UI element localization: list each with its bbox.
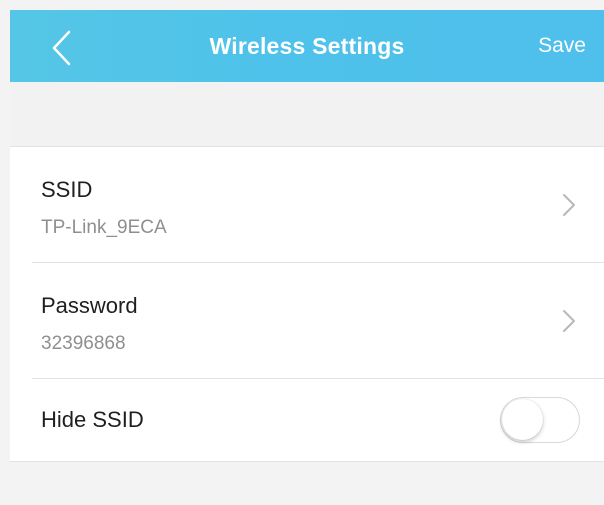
back-button[interactable]	[46, 28, 76, 68]
ssid-row[interactable]: SSID TP-Link_9ECA	[10, 147, 604, 263]
password-value: 32396868	[41, 333, 126, 354]
toggle-knob	[502, 399, 543, 440]
section-spacer	[10, 82, 604, 146]
chevron-right-icon	[563, 310, 575, 332]
ssid-value: TP-Link_9ECA	[41, 217, 167, 238]
hide-ssid-toggle[interactable]	[500, 397, 580, 443]
hide-ssid-row: Hide SSID	[10, 379, 604, 461]
hide-ssid-label: Hide SSID	[41, 407, 144, 432]
save-button[interactable]: Save	[538, 10, 586, 82]
password-label: Password	[41, 293, 138, 318]
app-header: Wireless Settings Save	[10, 10, 604, 82]
password-row[interactable]: Password 32396868	[10, 263, 604, 379]
page-title: Wireless Settings	[209, 33, 405, 59]
chevron-left-icon	[52, 30, 71, 66]
chevron-right-icon	[563, 194, 575, 216]
settings-list: SSID TP-Link_9ECA Password 32396868 Hide…	[10, 146, 604, 462]
ssid-label: SSID	[41, 177, 93, 202]
